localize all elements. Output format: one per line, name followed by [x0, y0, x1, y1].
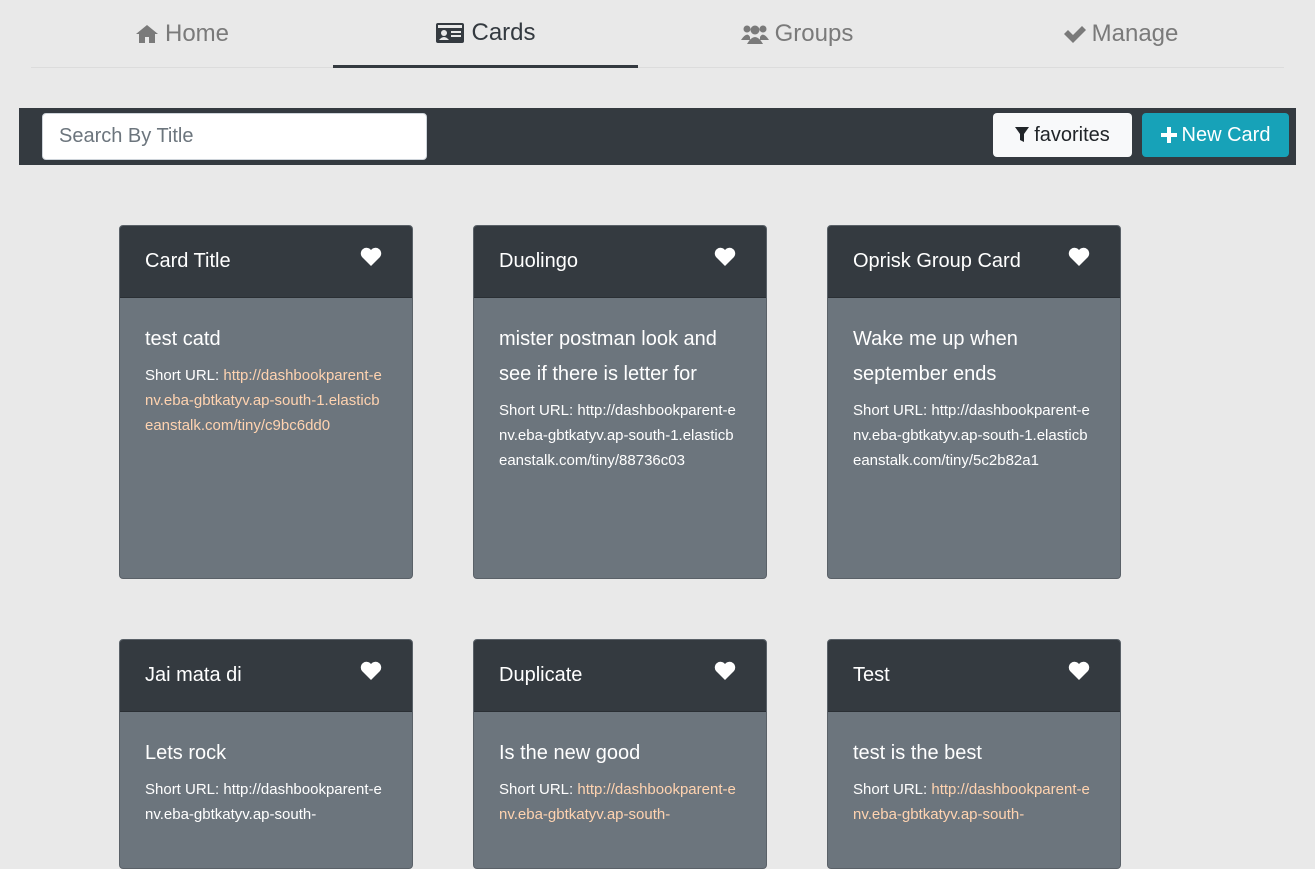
tab-groups[interactable]: Groups [638, 0, 956, 68]
card-text: Is the new good [499, 742, 641, 764]
card-title: Oprisk Group Card [853, 250, 1021, 272]
tab-manage[interactable]: Manage [956, 0, 1284, 68]
favorites-label: favorites [1034, 123, 1110, 146]
short-url: Short URL: http://dashbookparent-env.eba… [145, 363, 387, 438]
tab-groups-label: Groups [774, 20, 854, 47]
home-icon [135, 24, 159, 44]
card-header: Card Title [120, 226, 412, 298]
heart-icon[interactable] [360, 658, 384, 680]
card-body: Is the new good Short URL: http://dashbo… [474, 712, 766, 847]
favorites-button[interactable]: favorites [993, 113, 1132, 157]
short-url: Short URL: http://dashbookparent-env.eba… [499, 398, 741, 473]
short-url-label: Short URL: [145, 367, 220, 384]
card[interactable]: Test test is the best Short URL: http://… [827, 639, 1121, 869]
tab-home[interactable]: Home [31, 0, 333, 68]
heart-icon[interactable] [1068, 244, 1092, 266]
search-input[interactable] [42, 113, 427, 160]
heart-icon[interactable] [714, 658, 738, 680]
card-text: test is the best [853, 742, 982, 764]
tab-cards-label: Cards [471, 18, 536, 46]
toolbar: favorites New Card [19, 108, 1296, 165]
card-title: Duolingo [499, 250, 578, 272]
heart-icon[interactable] [714, 244, 738, 266]
card-body: mister postman look and see if there is … [474, 298, 766, 493]
card-title: Duplicate [499, 664, 583, 686]
tab-home-label: Home [164, 20, 230, 47]
short-url: Short URL: http://dashbookparent-env.eba… [145, 777, 387, 827]
short-url-label: Short URL: [499, 402, 574, 419]
card[interactable]: Oprisk Group Card Wake me up when septem… [827, 225, 1121, 579]
tab-cards[interactable]: Cards [333, 0, 638, 68]
card[interactable]: Duplicate Is the new good Short URL: htt… [473, 639, 767, 869]
card-body: Wake me up when september ends Short URL… [828, 298, 1120, 493]
tab-manage-label: Manage [1091, 20, 1179, 47]
short-url: Short URL: http://dashbookparent-env.eba… [853, 777, 1095, 827]
short-url-label: Short URL: [145, 781, 220, 798]
card-header: Duolingo [474, 226, 766, 298]
check-icon [1062, 24, 1086, 44]
card-title: Jai mata di [145, 664, 242, 686]
new-card-label: New Card [1181, 123, 1271, 146]
card[interactable]: Card Title test catd Short URL: http://d… [119, 225, 413, 579]
card-title: Test [853, 664, 890, 686]
card-title: Card Title [145, 250, 231, 272]
card-text: mister postman look and see if there is … [499, 328, 717, 385]
short-url-label: Short URL: [853, 402, 928, 419]
users-icon [740, 23, 769, 45]
short-url-label: Short URL: [499, 781, 574, 798]
card-text: Wake me up when september ends [853, 328, 1018, 385]
card-body: Lets rock Short URL: http://dashbookpare… [120, 712, 412, 847]
heart-icon[interactable] [1068, 658, 1092, 680]
short-url: Short URL: http://dashbookparent-env.eba… [853, 398, 1095, 473]
short-url-label: Short URL: [853, 781, 928, 798]
filter-icon [1015, 127, 1030, 143]
card-body: test is the best Short URL: http://dashb… [828, 712, 1120, 847]
heart-icon[interactable] [360, 244, 384, 266]
card-header: Oprisk Group Card [828, 226, 1120, 298]
card-text: Lets rock [145, 742, 227, 764]
card-body: test catd Short URL: http://dashbookpare… [120, 298, 412, 458]
new-card-button[interactable]: New Card [1142, 113, 1289, 157]
top-nav: Home Cards Groups Manage [31, 0, 1284, 68]
card-text: test catd [145, 328, 221, 350]
card-header: Jai mata di [120, 640, 412, 712]
id-card-icon [435, 22, 465, 44]
card[interactable]: Jai mata di Lets rock Short URL: http://… [119, 639, 413, 869]
card[interactable]: Duolingo mister postman look and see if … [473, 225, 767, 579]
card-header: Test [828, 640, 1120, 712]
plus-icon [1160, 127, 1177, 143]
short-url: Short URL: http://dashbookparent-env.eba… [499, 777, 741, 827]
card-header: Duplicate [474, 640, 766, 712]
